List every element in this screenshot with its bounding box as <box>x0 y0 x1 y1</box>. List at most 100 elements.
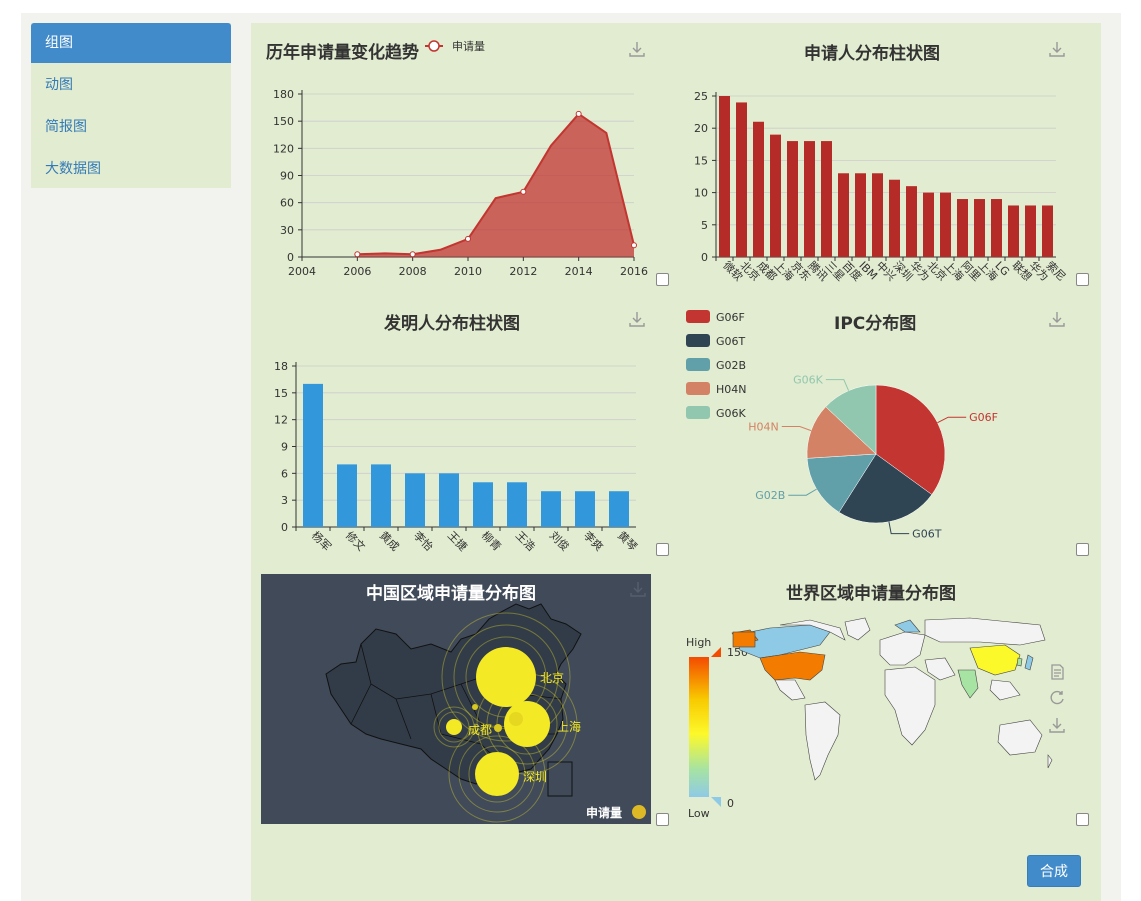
x-tick-label: 杨军 <box>309 528 334 553</box>
country-greenland <box>844 617 871 641</box>
sidebar-item-animated-chart[interactable]: 动图 <box>31 65 231 105</box>
bar <box>804 141 815 257</box>
y-tick-label: 10 <box>694 187 708 200</box>
legend-swatch <box>686 358 710 371</box>
y-tick-label: 25 <box>694 90 708 103</box>
bar <box>855 173 866 257</box>
slice-label-line <box>788 488 817 496</box>
x-tick-label: 2010 <box>454 265 482 278</box>
bar <box>541 491 561 527</box>
legend-swatch <box>686 406 710 419</box>
visualmap-low-label: Low <box>688 807 710 820</box>
bar <box>371 464 391 527</box>
applicant-panel: 申请人分布柱状图 0 5 10 15 20 25 微软 北京 成都 上海 京东 腾讯 三星 百度 IBM 中兴… <box>680 30 1089 286</box>
select-checkbox[interactable] <box>656 273 669 286</box>
china-map: 北京 上海 成都 深圳 申请量 <box>325 603 646 823</box>
bar <box>405 473 425 527</box>
download-icon[interactable] <box>1048 716 1066 734</box>
legend-swatch <box>686 310 710 323</box>
bar <box>991 199 1002 257</box>
world-map-panel: 世界区域申请量分布图 High 150 0 Low <box>680 570 1089 826</box>
bar <box>507 482 527 527</box>
country-russia <box>924 617 1046 646</box>
bar <box>439 473 459 527</box>
ipc-panel: IPC分布图 G06F G06T G02B H04N G06K G06F G06T G02B H… <box>680 300 1089 556</box>
slice-label: G06K <box>793 374 824 387</box>
city-label-shenzhen: 深圳 <box>523 770 547 784</box>
x-tick-label: 2008 <box>399 265 427 278</box>
shanghai-bubble <box>504 701 550 747</box>
bar <box>821 141 832 257</box>
y-tick-label: 30 <box>280 224 294 237</box>
select-checkbox[interactable] <box>1076 813 1089 826</box>
data-point <box>465 235 471 242</box>
country-scandinavia <box>894 619 921 633</box>
visualmap-min-label: 0 <box>727 797 734 810</box>
country-australia <box>997 719 1043 756</box>
bar <box>957 199 968 257</box>
sidebar-item-group-chart[interactable]: 组图 <box>31 23 231 63</box>
bar <box>337 464 357 527</box>
bar <box>753 121 764 257</box>
sidebar-item-bigdata-chart[interactable]: 大数据图 <box>31 149 231 189</box>
inventor-panel: 发明人分布柱状图 0 3 6 9 12 15 18 杨军 修文 黄成 李怡 王捷 柳青 王浩 刘俊 李爽 黄琴 <box>260 300 669 556</box>
select-checkbox[interactable] <box>1076 543 1089 556</box>
legend-label: H04N <box>716 383 747 396</box>
bar <box>575 491 595 527</box>
select-checkbox[interactable] <box>656 813 669 826</box>
select-checkbox[interactable] <box>1076 273 1089 286</box>
area-fill <box>357 113 634 257</box>
country-new-zealand <box>1047 754 1053 769</box>
slice-label-line <box>781 426 812 432</box>
restore-icon[interactable] <box>1048 689 1066 707</box>
merge-button[interactable]: 合成 <box>1027 855 1081 887</box>
chengdu-bubble <box>446 719 462 735</box>
x-tick-label: 柳青 <box>479 528 504 553</box>
x-tick-label: 2006 <box>343 265 371 278</box>
bar <box>736 102 747 257</box>
x-tick-label: 王浩 <box>513 529 538 554</box>
world-map: High 150 0 Low <box>686 617 1053 820</box>
bar <box>974 199 985 257</box>
bar <box>719 96 730 257</box>
legend-label: G06T <box>716 335 746 348</box>
x-tick-label: 修文 <box>343 528 368 553</box>
visualmap-bottom-handle <box>711 797 721 807</box>
y-tick-label: 90 <box>280 170 294 183</box>
bar <box>940 192 951 257</box>
country-japan <box>1024 654 1034 671</box>
country-south-america <box>804 701 841 781</box>
city-label-shanghai: 上海 <box>557 719 581 734</box>
data-point <box>520 188 527 195</box>
y-tick-label: 6 <box>281 467 288 480</box>
x-tick-label: 刘俊 <box>547 528 572 553</box>
bar <box>1008 205 1019 257</box>
select-checkbox[interactable] <box>656 543 669 556</box>
slice-label: G06F <box>969 411 998 424</box>
y-tick-label: 0 <box>701 251 708 264</box>
trend-chart: 0 30 60 90 120 150 180 2004 2006 2008 2010 2012 2014… <box>273 88 648 278</box>
legend-label: G02B <box>716 359 746 372</box>
china-legend-label: 申请量 <box>586 805 622 820</box>
data-view-icon[interactable] <box>1048 663 1066 681</box>
slice-label-line <box>937 416 967 424</box>
slice-label: G02B <box>755 489 785 502</box>
ipc-chart: G06FG06TG02BH04NG06KG06FG06TG02BH04NG06K <box>686 310 998 541</box>
applicant-chart: 0510152025微软北京成都上海京东腾讯三星百度IBM中兴深圳华为北京上海阿… <box>694 90 1069 284</box>
y-tick-label: 9 <box>281 441 288 454</box>
slice-label-line <box>825 379 850 391</box>
x-tick-label: 索尼 <box>1043 258 1068 283</box>
x-tick-label: 李爽 <box>581 528 606 553</box>
bar <box>889 179 900 257</box>
y-tick-label: 150 <box>273 115 294 128</box>
inventor-chart: 0 3 6 9 12 15 18 杨军 修文 黄成 李怡 王捷 柳青 王浩 刘俊 李爽 黄琴 <box>274 360 640 554</box>
x-tick-label: 2012 <box>509 265 537 278</box>
bar <box>1042 205 1053 257</box>
x-tick-label: 2014 <box>565 265 593 278</box>
y-tick-label: 0 <box>287 251 294 264</box>
sidebar-item-brief-chart[interactable]: 简报图 <box>31 107 231 147</box>
y-tick-label: 12 <box>274 414 288 427</box>
legend-swatch <box>686 382 710 395</box>
bar <box>473 482 493 527</box>
country-korea <box>1016 657 1023 667</box>
